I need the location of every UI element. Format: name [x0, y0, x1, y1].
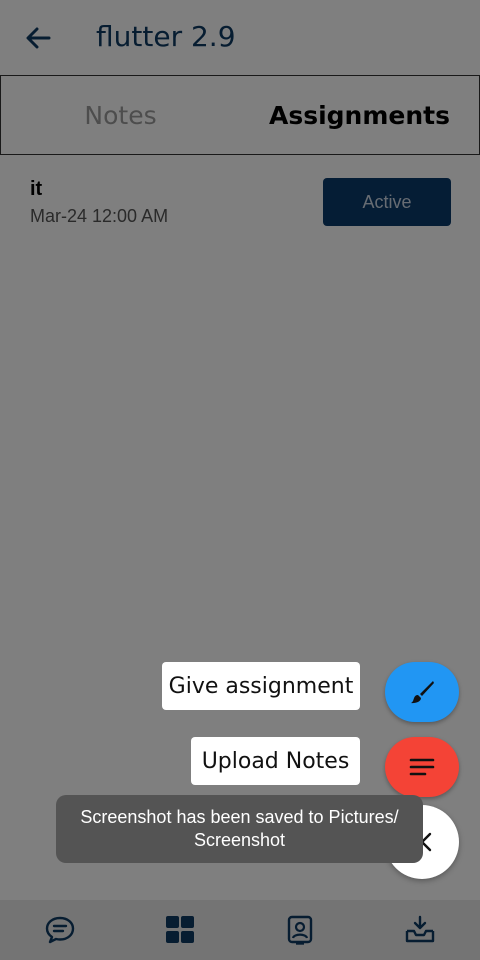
paintbrush-icon [411, 681, 434, 704]
notes-lines-icon [409, 758, 435, 776]
give-assignment-label[interactable]: Give assignment [162, 662, 360, 710]
toast-message: Screenshot has been saved to Pictures/ S… [56, 795, 423, 863]
toast-line-1: Screenshot has been saved to Pictures/ [80, 807, 399, 827]
upload-notes-label[interactable]: Upload Notes [191, 737, 360, 785]
give-assignment-button[interactable] [385, 662, 459, 722]
upload-notes-button[interactable] [385, 737, 459, 797]
toast-line-2: Screenshot [193, 830, 286, 850]
